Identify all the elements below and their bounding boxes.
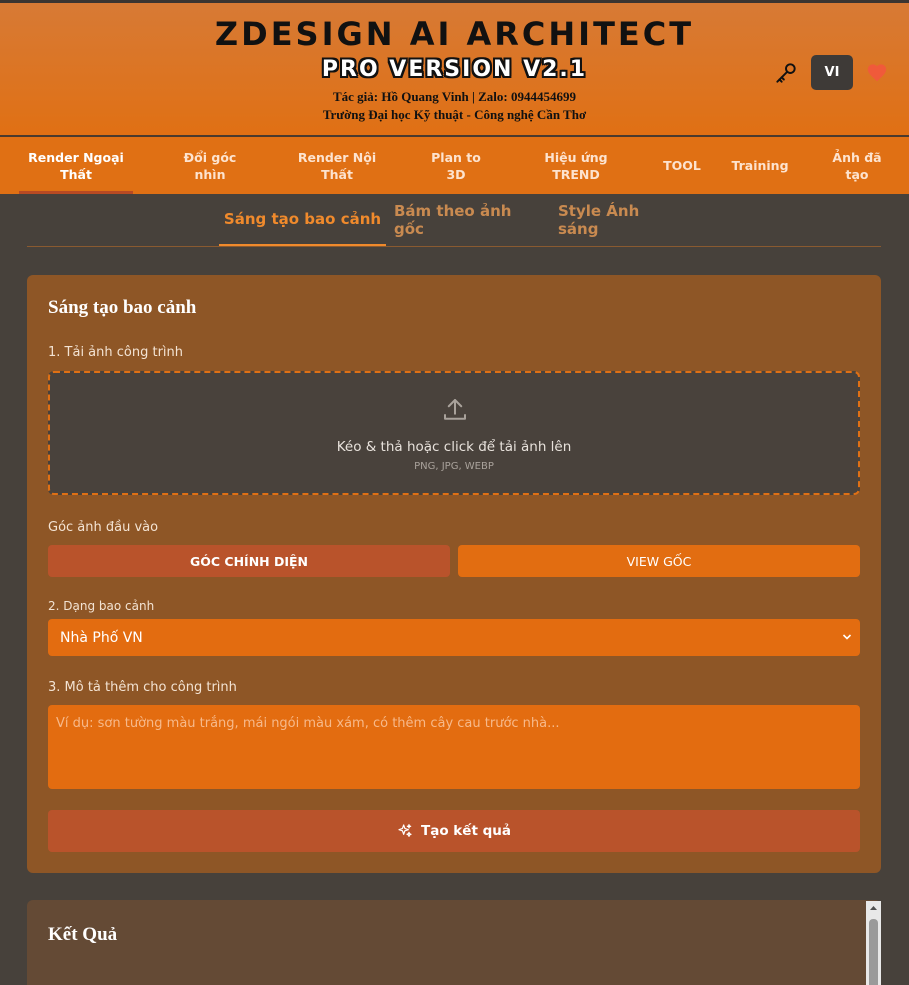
scroll-up-icon[interactable] [866, 901, 881, 916]
main-nav: Render Ngoại Thất Đổi góc nhìn Render Nộ… [0, 137, 909, 194]
result-panel: Kết Quả [27, 900, 881, 985]
sparkle-icon [398, 824, 412, 837]
author-info: Tác giả: Hồ Quang Vinh | Zalo: 094445469… [332, 89, 577, 104]
app-header: ZDESIGN AI ARCHITECT PRO VERSION V2.1 Tá… [0, 0, 909, 137]
upload-icon [444, 399, 466, 420]
nav-change-angle[interactable]: Đổi góc nhìn [170, 137, 250, 194]
panel-title: Sáng tạo bao cảnh [48, 297, 197, 318]
app-title: ZDESIGN AI ARCHITECT [214, 15, 695, 53]
chevron-down-icon [842, 634, 852, 640]
tab-follow-original[interactable]: Bám theo ảnh gốc [394, 194, 542, 246]
nav-render-interior[interactable]: Render Nội Thất [290, 137, 384, 194]
scene-type-label: 2. Dạng bao cảnh [48, 599, 155, 613]
image-dropzone[interactable]: Kéo & thả hoặc click để tải ảnh lên PNG,… [48, 371, 860, 495]
sub-tabs: Sáng tạo bao cảnh Bám theo ảnh gốc Style… [27, 194, 881, 247]
result-scrollbar[interactable] [866, 901, 881, 985]
upload-formats: PNG, JPG, WEBP [414, 461, 494, 472]
nav-plan-to-3d[interactable]: Plan to 3D [425, 137, 487, 194]
result-title: Kết Quả [48, 924, 118, 945]
creative-scene-panel: Sáng tạo bao cảnh 1. Tải ảnh công trình … [27, 275, 881, 873]
upload-instruction: Kéo & thả hoặc click để tải ảnh lên [336, 439, 572, 455]
nav-training[interactable]: Training [727, 137, 793, 194]
description-field[interactable]: Ví dụ: sơn tường màu trắng, mái ngói màu… [48, 705, 860, 789]
description-label: 3. Mô tả thêm cho công trình [48, 680, 237, 695]
key-icon[interactable] [773, 60, 799, 86]
heart-icon[interactable] [866, 62, 888, 84]
generate-button-label: Tạo kết quả [421, 823, 511, 839]
scroll-thumb[interactable] [869, 919, 878, 985]
scene-type-select[interactable]: Nhà Phố VN [48, 619, 860, 656]
tab-creative-scene[interactable]: Sáng tạo bao cảnh [219, 194, 386, 246]
angle-label: Góc ảnh đầu vào [48, 520, 159, 535]
scene-type-value: Nhà Phố VN [60, 629, 143, 646]
language-button[interactable]: VI [811, 55, 853, 90]
front-view-button[interactable]: GÓC CHÍNH DIỆN [48, 545, 450, 577]
nav-generated-images[interactable]: Ảnh đã tạo [825, 137, 889, 194]
nav-trend-effects[interactable]: Hiệu ứng TREND [535, 137, 617, 194]
upload-label: 1. Tải ảnh công trình [48, 345, 184, 360]
nav-tool[interactable]: TOOL [655, 137, 709, 194]
school-info: Trường Đại học Kỹ thuật - Công nghệ Cần … [322, 107, 587, 122]
tab-light-style[interactable]: Style Ánh sáng [558, 194, 682, 246]
generate-button[interactable]: Tạo kết quả [48, 810, 860, 852]
original-view-button[interactable]: VIEW GỐC [458, 545, 860, 577]
nav-render-exterior[interactable]: Render Ngoại Thất [19, 137, 133, 194]
